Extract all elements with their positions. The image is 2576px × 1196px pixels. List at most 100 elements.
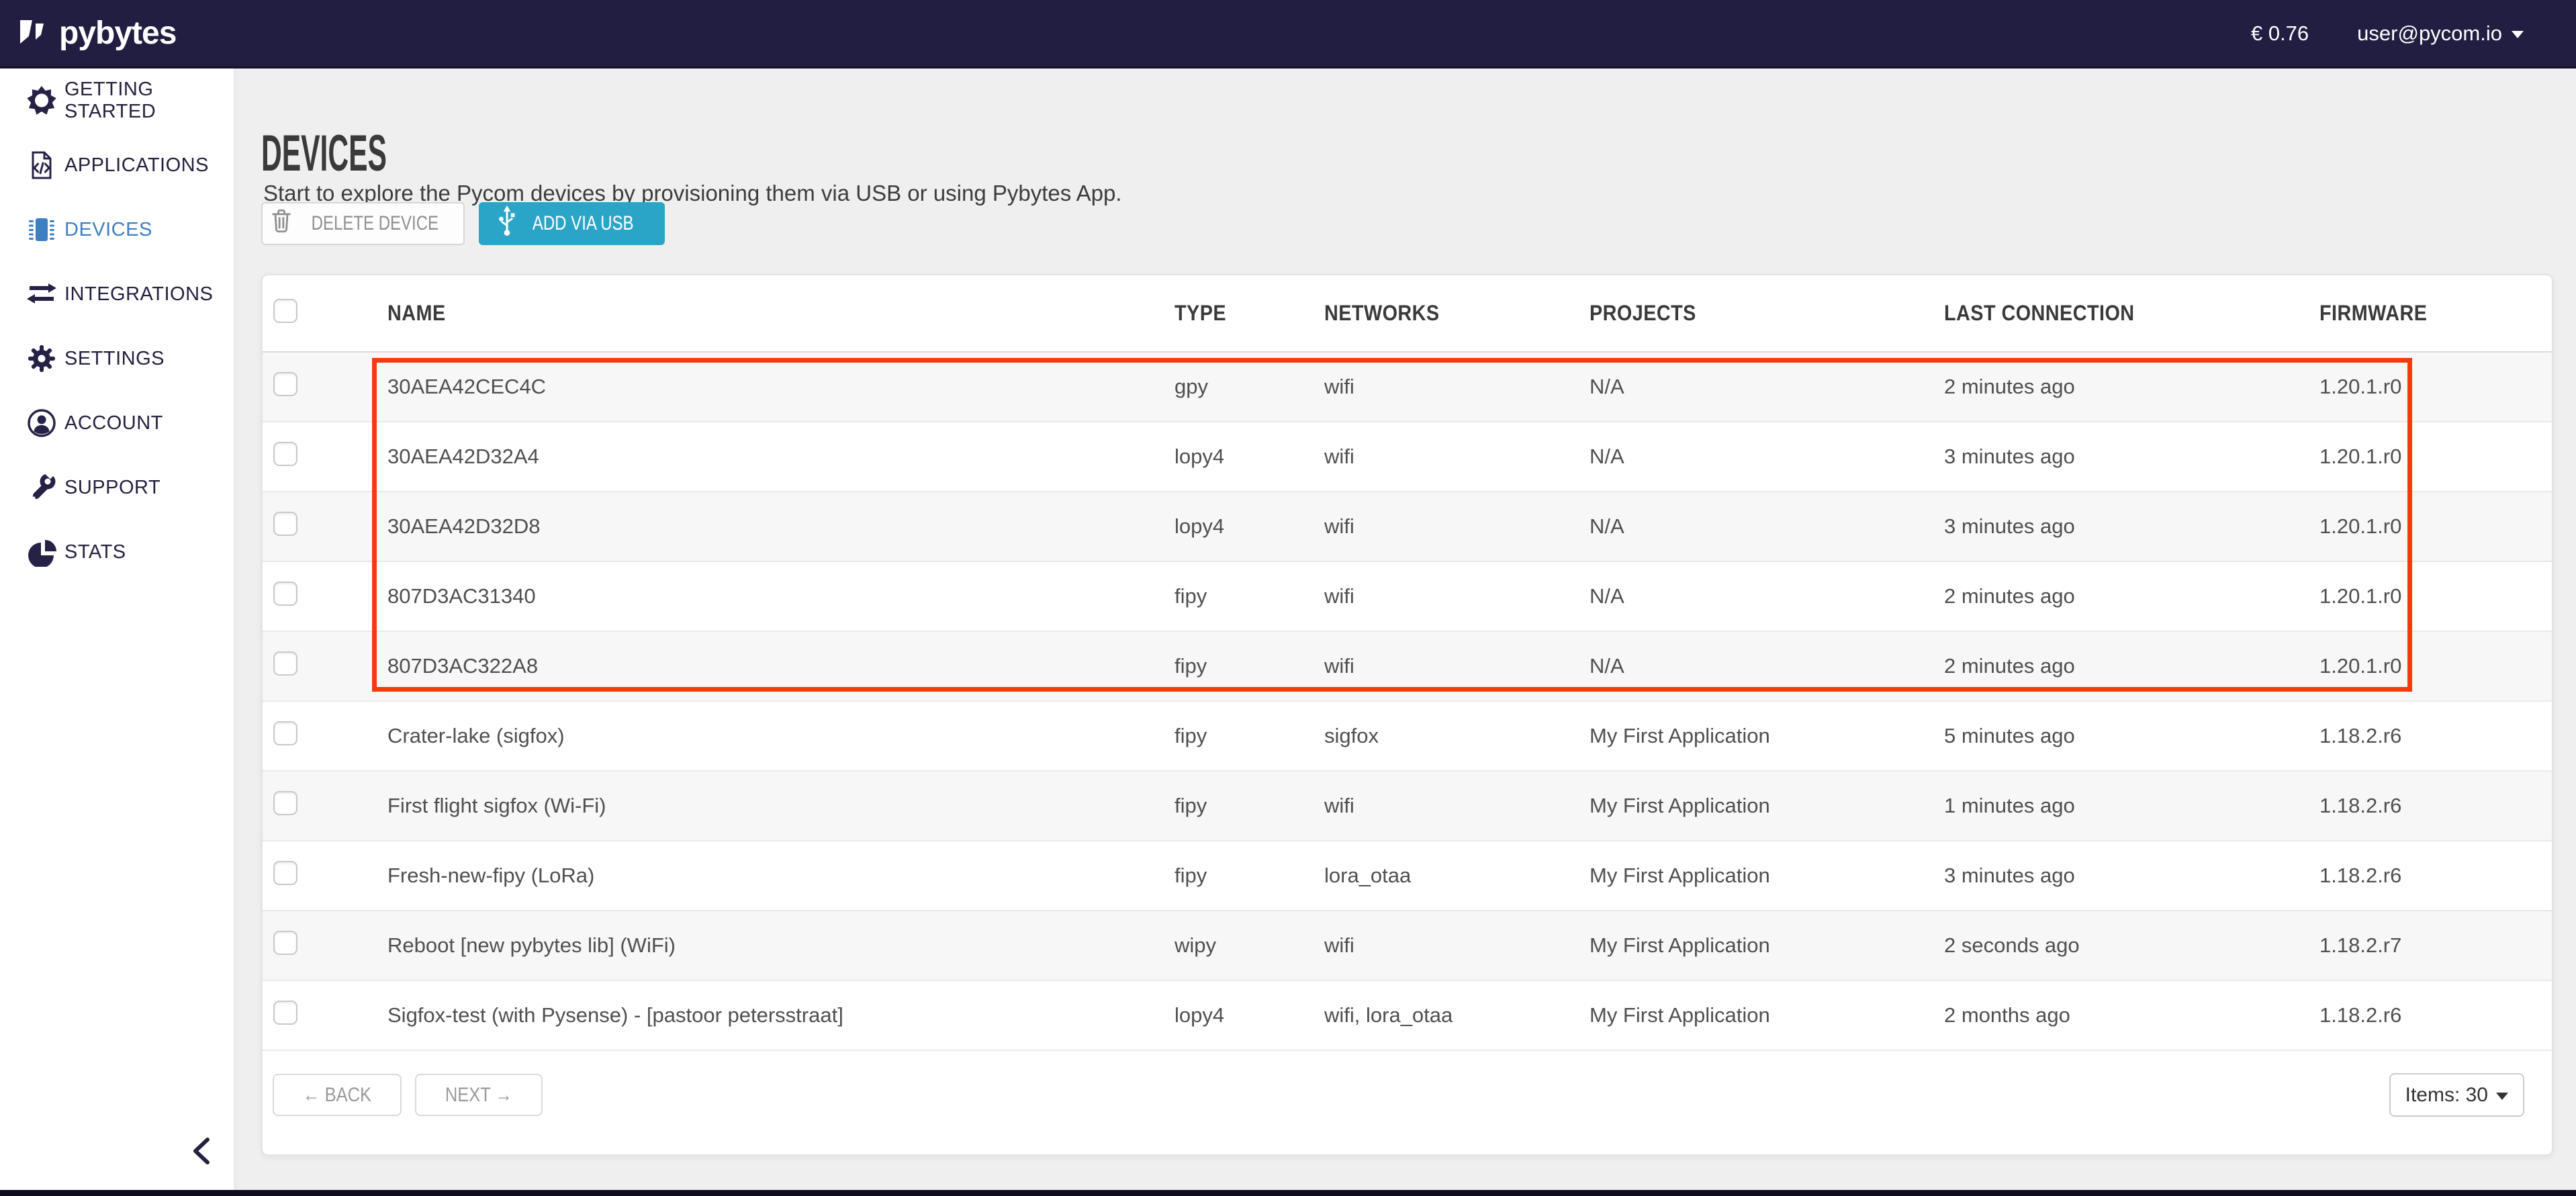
- row-checkbox[interactable]: [273, 721, 297, 745]
- device-type: gpy: [1169, 375, 1317, 399]
- code-document-icon: [27, 150, 56, 180]
- account-balance[interactable]: € 0.76: [2251, 21, 2309, 46]
- sidebar-item-integrations[interactable]: INTEGRATIONS: [0, 262, 234, 326]
- sun-icon: [27, 86, 56, 116]
- window-bottom-edge: [0, 1190, 2576, 1196]
- device-type: lopy4: [1169, 445, 1317, 469]
- sidebar-item-label: ACCOUNT: [64, 412, 163, 434]
- table-row[interactable]: 30AEA42D32D8 lopy4 wifi N/A 3 minutes ag…: [263, 492, 2552, 562]
- device-last-connection: 3 minutes ago: [1935, 445, 2311, 469]
- device-name: Reboot [new pybytes lib] (WiFi): [370, 933, 1169, 958]
- caret-down-icon: [2496, 1093, 2508, 1100]
- delete-device-button[interactable]: DELETE DEVICE: [261, 202, 465, 245]
- device-firmware: 1.20.1.r0: [2311, 654, 2552, 678]
- back-button[interactable]: ← BACK: [273, 1074, 402, 1116]
- device-firmware: 1.20.1.r0: [2311, 514, 2552, 539]
- sidebar-item-settings[interactable]: SETTINGS: [0, 326, 234, 391]
- chip-icon: [27, 215, 56, 244]
- table-row[interactable]: Reboot [new pybytes lib] (WiFi) wipy wif…: [263, 911, 2552, 981]
- row-checkbox[interactable]: [273, 651, 297, 676]
- page-title: DEVICES: [261, 128, 486, 179]
- row-checkbox[interactable]: [273, 372, 297, 396]
- column-header-type: TYPE: [1169, 301, 1317, 326]
- wrench-icon: [27, 473, 56, 502]
- user-icon: [27, 408, 56, 438]
- sidebar-item-label: INTEGRATIONS: [64, 283, 213, 306]
- sidebar-item-stats[interactable]: STATS: [0, 520, 234, 584]
- column-header-last-connection: LAST CONNECTION: [1935, 301, 2311, 326]
- sidebar-item-account[interactable]: ACCOUNT: [0, 391, 234, 455]
- device-projects: My First Application: [1580, 724, 1935, 748]
- device-name: 30AEA42D32A4: [370, 445, 1169, 469]
- device-projects: My First Application: [1580, 933, 1935, 958]
- device-firmware: 1.20.1.r0: [2311, 584, 2552, 608]
- row-checkbox[interactable]: [273, 512, 297, 536]
- table-row[interactable]: 807D3AC322A8 fipy wifi N/A 2 minutes ago…: [263, 632, 2552, 702]
- add-via-usb-button[interactable]: ADD VIA USB: [479, 202, 665, 245]
- sidebar-item-support[interactable]: SUPPORT: [0, 455, 234, 520]
- gear-icon: [27, 344, 56, 373]
- devices-table-card: NAME TYPE NETWORKS PROJECTS LAST CONNECT…: [261, 274, 2553, 1156]
- user-menu[interactable]: user@pycom.io: [2357, 21, 2524, 46]
- device-last-connection: 3 minutes ago: [1935, 514, 2311, 539]
- row-checkbox[interactable]: [273, 1001, 297, 1025]
- sidebar-item-devices[interactable]: DEVICES: [0, 197, 234, 262]
- pie-chart-icon: [27, 537, 56, 567]
- device-type: wipy: [1169, 933, 1317, 958]
- device-last-connection: 1 minutes ago: [1935, 794, 2311, 818]
- device-firmware: 1.20.1.r0: [2311, 445, 2552, 469]
- pybytes-logo[interactable]: pybytes: [19, 15, 176, 52]
- table-row[interactable]: Fresh-new-fipy (LoRa) fipy lora_otaa My …: [263, 841, 2552, 911]
- device-name: First flight sigfox (Wi-Fi): [370, 794, 1169, 818]
- sidebar-item-getting-started[interactable]: GETTING STARTED: [0, 68, 234, 133]
- table-row[interactable]: 30AEA42CEC4C gpy wifi N/A 2 minutes ago …: [263, 353, 2552, 422]
- device-type: lopy4: [1169, 514, 1317, 539]
- row-checkbox[interactable]: [273, 442, 297, 466]
- device-firmware: 1.18.2.r7: [2311, 933, 2552, 958]
- device-last-connection: 2 minutes ago: [1935, 584, 2311, 608]
- row-checkbox[interactable]: [273, 582, 297, 606]
- device-firmware: 1.18.2.r6: [2311, 864, 2552, 888]
- device-projects: My First Application: [1580, 1003, 1935, 1027]
- device-networks: wifi: [1317, 933, 1580, 958]
- table-row[interactable]: Crater-lake (sigfox) fipy sigfox My Firs…: [263, 702, 2552, 772]
- usb-icon: [497, 205, 517, 242]
- items-per-page-dropdown[interactable]: Items: 30: [2389, 1073, 2524, 1117]
- sidebar-item-label: SUPPORT: [64, 477, 160, 499]
- table-row[interactable]: Sigfox-test (with Pysense) - [pastoor pe…: [263, 981, 2552, 1051]
- row-checkbox[interactable]: [273, 791, 297, 815]
- table-row[interactable]: 30AEA42D32A4 lopy4 wifi N/A 3 minutes ag…: [263, 422, 2552, 492]
- device-projects: N/A: [1580, 445, 1935, 469]
- row-checkbox[interactable]: [273, 931, 297, 955]
- device-networks: wifi: [1317, 514, 1580, 539]
- device-projects: My First Application: [1580, 794, 1935, 818]
- page-actions: DELETE DEVICE ADD VIA USB: [261, 202, 665, 245]
- device-last-connection: 2 seconds ago: [1935, 933, 2311, 958]
- device-type: fipy: [1169, 724, 1317, 748]
- device-type: fipy: [1169, 794, 1317, 818]
- device-last-connection: 2 minutes ago: [1935, 375, 2311, 399]
- table-row[interactable]: 807D3AC31340 fipy wifi N/A 2 minutes ago…: [263, 562, 2552, 632]
- device-projects: N/A: [1580, 375, 1935, 399]
- row-checkbox[interactable]: [273, 861, 297, 885]
- device-networks: wifi, lora_otaa: [1317, 1003, 1580, 1027]
- device-networks: wifi: [1317, 654, 1580, 678]
- chevron-left-icon: [190, 1136, 213, 1170]
- device-name: Fresh-new-fipy (LoRa): [370, 864, 1169, 888]
- table-row[interactable]: First flight sigfox (Wi-Fi) fipy wifi My…: [263, 772, 2552, 841]
- device-firmware: 1.18.2.r6: [2311, 724, 2552, 748]
- device-firmware: 1.20.1.r0: [2311, 375, 2552, 399]
- device-networks: lora_otaa: [1317, 864, 1580, 888]
- logo-text: pybytes: [59, 15, 176, 52]
- collapse-sidebar-button[interactable]: [183, 1134, 220, 1171]
- next-button[interactable]: NEXT →: [415, 1074, 543, 1116]
- device-firmware: 1.18.2.r6: [2311, 794, 2552, 818]
- sidebar-item-label: SETTINGS: [64, 348, 165, 370]
- select-all-checkbox[interactable]: [273, 299, 297, 323]
- sidebar-item-applications[interactable]: APPLICATIONS: [0, 133, 234, 197]
- table-header: NAME TYPE NETWORKS PROJECTS LAST CONNECT…: [263, 275, 2552, 353]
- sidebar-item-label: APPLICATIONS: [64, 154, 209, 177]
- device-type: fipy: [1169, 864, 1317, 888]
- device-name: Sigfox-test (with Pysense) - [pastoor pe…: [370, 1003, 1169, 1027]
- device-projects: N/A: [1580, 584, 1935, 608]
